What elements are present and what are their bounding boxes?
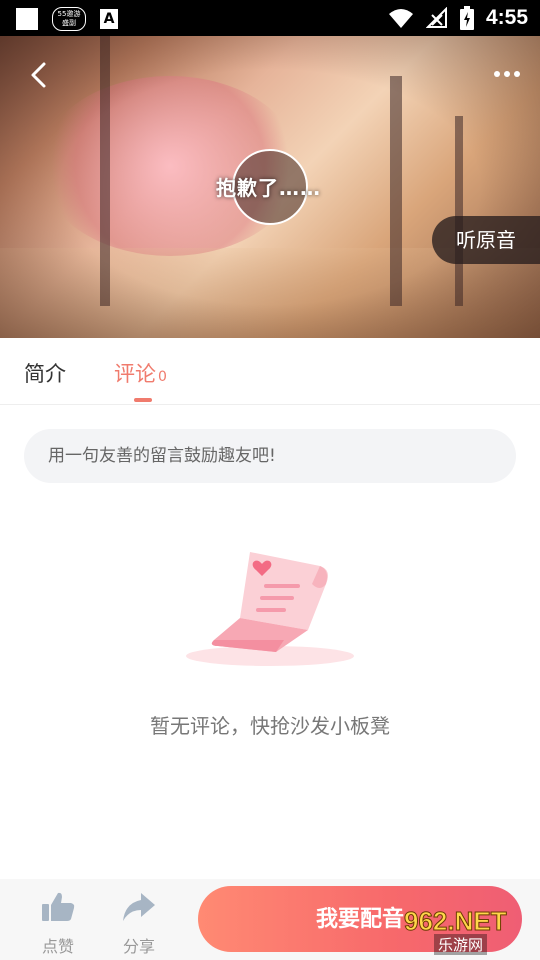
hero-cover: 抱歉了…… 听原音 xyxy=(0,36,540,338)
share-label: 分享 xyxy=(122,937,155,956)
status-bar: 55邀游 盛副 A 4:55 xyxy=(0,0,540,36)
like-button[interactable]: 点赞 xyxy=(33,891,83,957)
active-tab-indicator xyxy=(134,398,152,402)
tab-intro[interactable]: 简介 xyxy=(24,358,66,388)
tab-bar: 简介 评论 0 xyxy=(0,338,540,405)
site-watermark-logo: 962.NET 乐游网 xyxy=(404,908,534,956)
comment-input[interactable] xyxy=(24,429,516,483)
a-letter-icon: A xyxy=(100,9,118,29)
share-button[interactable]: 分享 xyxy=(114,891,164,957)
share-arrow-icon xyxy=(123,893,155,921)
wifi-icon xyxy=(388,9,413,28)
back-arrow-icon[interactable] xyxy=(24,60,54,90)
no-signal-icon xyxy=(425,7,447,28)
comment-count: 0 xyxy=(158,369,167,385)
original-sound-button[interactable]: 听原音 xyxy=(432,216,540,264)
status-time: 4:55 xyxy=(485,6,528,29)
tab-comments[interactable]: 评论 0 xyxy=(114,358,167,388)
tab-intro-label: 简介 xyxy=(24,362,66,386)
empty-state-message: 暂无评论，快抢沙发小板凳 xyxy=(150,714,390,738)
watermark-bottom: 乐游网 xyxy=(434,934,488,955)
more-dots-icon[interactable] xyxy=(492,64,522,84)
status-bar-left: 55邀游 盛副 A xyxy=(16,7,118,31)
like-label: 点赞 xyxy=(41,937,74,956)
notification-square-icon xyxy=(16,8,38,30)
watermark-top: 962.NET xyxy=(404,906,508,936)
status-bar-right: 4:55 xyxy=(388,6,528,30)
thumbs-up-icon xyxy=(42,892,75,921)
work-title: 抱歉了…… xyxy=(216,176,321,200)
tab-comments-label: 评论 xyxy=(114,362,156,386)
app-badge-icon: 55邀游 盛副 xyxy=(52,7,86,31)
empty-letter-icon xyxy=(186,552,354,666)
battery-icon xyxy=(459,6,474,30)
